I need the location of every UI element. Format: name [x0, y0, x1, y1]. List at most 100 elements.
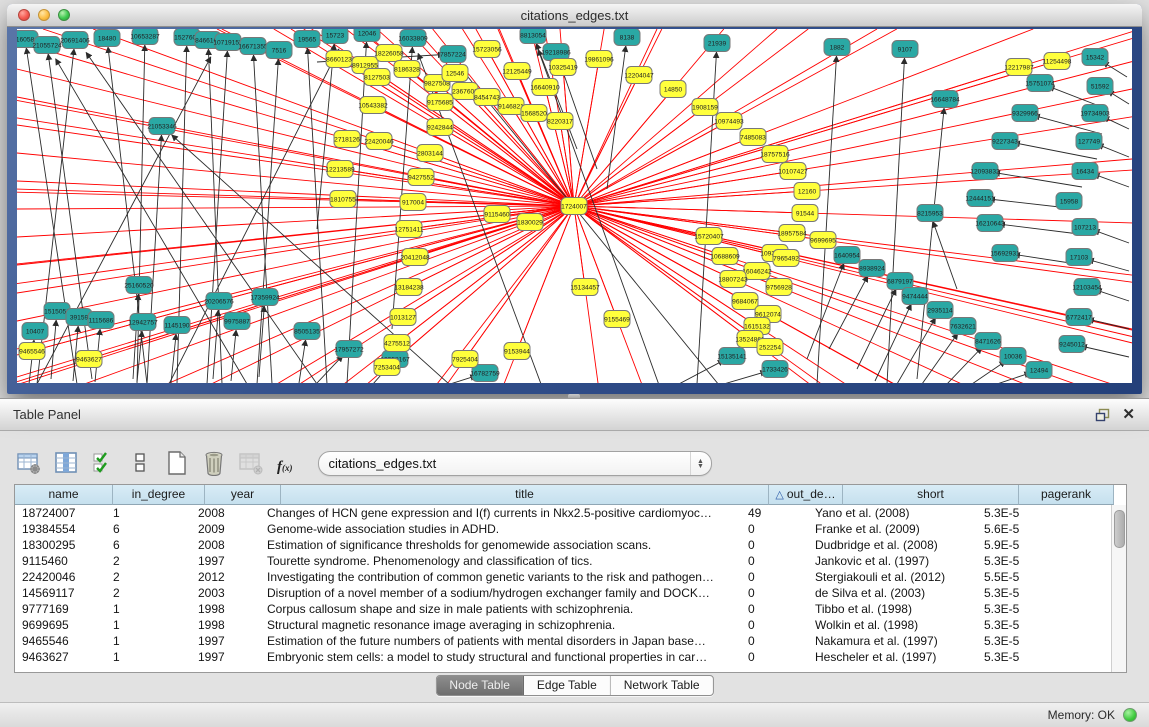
graph-node[interactable]: 18957584	[777, 225, 807, 242]
scrollbar-thumb[interactable]	[1114, 510, 1125, 548]
graph-node[interactable]: 10688609	[710, 248, 740, 265]
graph-node[interactable]: 12494	[1026, 362, 1052, 379]
graph-node[interactable]: 13184238	[394, 279, 424, 296]
graph-node[interactable]: 8220317	[547, 113, 573, 130]
graph-node[interactable]: 1733426	[762, 361, 788, 378]
graph-node[interactable]: 15692931	[990, 245, 1020, 262]
graph-node[interactable]: 20691406	[60, 32, 90, 49]
table-row[interactable]: 969969511998Structural magnetic resonanc…	[15, 617, 1126, 633]
graph-node[interactable]: 17359924	[250, 289, 280, 306]
graph-node[interactable]: 9155469	[604, 311, 630, 328]
minimize-window-button[interactable]	[38, 9, 50, 21]
graph-node[interactable]: 18807243	[718, 271, 748, 288]
graph-node[interactable]: 12160	[794, 183, 820, 200]
graph-node[interactable]: 7485083	[740, 129, 766, 146]
graph-node[interactable]: 6879197	[887, 273, 913, 290]
table-selector-dropdown[interactable]: citations_edges.txt ▲▼	[318, 451, 712, 476]
graph-node[interactable]: 2718126	[334, 131, 360, 148]
graph-node[interactable]: 16434	[1072, 163, 1098, 180]
graph-node[interactable]: 8127503	[364, 69, 390, 86]
tab-network-table[interactable]: Network Table	[611, 676, 713, 695]
graph-node[interactable]: 107213	[1072, 219, 1098, 236]
graph-node[interactable]: 15723	[322, 29, 348, 44]
close-window-button[interactable]	[18, 9, 30, 21]
graph-node[interactable]: 12046	[354, 29, 380, 42]
graph-node[interactable]: 20412048	[400, 249, 430, 266]
network-canvas[interactable]: 1605821055724206914061848010653287152760…	[17, 29, 1132, 383]
graph-node[interactable]: 18757516	[760, 146, 790, 163]
graph-node[interactable]: 51592	[1087, 78, 1113, 95]
graph-node[interactable]: 12213589	[325, 161, 355, 178]
table-row[interactable]: 1938455462009Genome-wide association stu…	[15, 521, 1126, 537]
graph-node[interactable]: 16210643	[975, 215, 1005, 232]
graph-node[interactable]: 7253404	[374, 359, 400, 376]
table-row[interactable]: 1830029562008Estimation of significance …	[15, 537, 1126, 553]
column-header-in_degree[interactable]: in_degree	[113, 485, 205, 505]
graph-node[interactable]: 15751074	[1025, 75, 1055, 92]
graph-node[interactable]: 1810755	[330, 191, 356, 208]
graph-node[interactable]: 15342	[1082, 49, 1108, 66]
column-header-name[interactable]: name	[15, 485, 113, 505]
graph-node[interactable]: 12444151	[965, 190, 995, 207]
table-row[interactable]: 946362711997Embryonic stem cells: a mode…	[15, 649, 1126, 665]
graph-node[interactable]: 7632621	[950, 318, 976, 335]
tab-edge-table[interactable]: Edge Table	[524, 676, 611, 695]
graph-node[interactable]: 16671355	[238, 38, 268, 55]
float-panel-icon[interactable]	[1095, 408, 1110, 422]
graph-node[interactable]: 12125449	[502, 63, 532, 80]
graph-node[interactable]: 8660123	[326, 51, 352, 68]
select-columns-icon[interactable]	[90, 450, 116, 476]
graph-node[interactable]: 12942757	[128, 314, 158, 331]
table-vertical-scrollbar[interactable]	[1111, 505, 1126, 672]
graph-node[interactable]: 21053346	[147, 118, 177, 135]
graph-node[interactable]: 9975887	[224, 313, 250, 330]
graph-node[interactable]: 9153944	[504, 343, 530, 360]
graph-node[interactable]: 10653287	[130, 29, 160, 45]
graph-node[interactable]: 9227343	[992, 133, 1018, 150]
graph-node[interactable]: 15958	[1056, 193, 1082, 210]
window-titlebar[interactable]: citations_edges.txt	[7, 4, 1142, 27]
graph-node[interactable]: 15723056	[472, 41, 502, 58]
graph-node[interactable]: 9175685	[427, 94, 453, 111]
table-row[interactable]: 2242004622012Investigating the contribut…	[15, 569, 1126, 585]
graph-node[interactable]: 1115686	[88, 312, 114, 329]
column-header-title[interactable]: title	[281, 485, 769, 505]
graph-node[interactable]: 15134457	[570, 279, 600, 296]
table-row[interactable]: 1872400712008Changes of HCN gene express…	[15, 505, 1126, 521]
graph-node[interactable]: 9465546	[19, 343, 45, 360]
graph-node[interactable]: 8813054	[520, 29, 546, 44]
graph-node[interactable]: 19218986	[541, 44, 571, 61]
graph-node[interactable]: 9699695	[810, 232, 836, 249]
graph-node[interactable]: 8138	[614, 29, 640, 46]
graph-node[interactable]: 1568520	[521, 105, 547, 122]
show-columns-icon[interactable]	[53, 450, 79, 476]
graph-node[interactable]: 8505135	[294, 323, 320, 340]
graph-node[interactable]: 8454743	[474, 89, 500, 106]
graph-node[interactable]: 1882	[824, 39, 850, 56]
graph-node[interactable]: 21939	[704, 35, 730, 52]
graph-node[interactable]: 7857224	[440, 46, 466, 63]
graph-node[interactable]: 7965492	[773, 250, 799, 267]
graph-node[interactable]: 16648784	[930, 91, 960, 108]
close-panel-icon[interactable]: ✕	[1122, 408, 1135, 422]
new-table-icon[interactable]	[164, 450, 190, 476]
graph-node[interactable]: 12204047	[624, 67, 654, 84]
graph-node[interactable]: 1908159	[692, 99, 718, 116]
graph-node[interactable]: 22420046	[364, 133, 394, 150]
graph-node[interactable]: 10107427	[778, 163, 808, 180]
graph-node[interactable]: 25160520	[124, 277, 154, 294]
graph-node[interactable]: 8215953	[917, 205, 943, 222]
table-settings-icon[interactable]	[16, 450, 42, 476]
graph-node[interactable]: 1013127	[390, 309, 416, 326]
graph-node[interactable]: 6772417	[1066, 309, 1092, 326]
table-row[interactable]: 911546021997Tourette syndrome. Phenomeno…	[15, 553, 1126, 569]
citation-network-graph[interactable]: 1605821055724206914061848010653287152760…	[17, 29, 1132, 383]
graph-node[interactable]: 7516	[266, 42, 292, 59]
graph-node[interactable]: 9245012	[1059, 336, 1085, 353]
column-header-pagerank[interactable]: pagerank	[1019, 485, 1114, 505]
function-builder-icon[interactable]: f(x)	[275, 459, 295, 476]
graph-node[interactable]: 12093832	[970, 163, 1000, 180]
graph-node[interactable]: 8938924	[859, 260, 885, 277]
graph-node[interactable]: 15135141	[717, 348, 747, 365]
graph-node[interactable]: 9463627	[76, 351, 102, 368]
